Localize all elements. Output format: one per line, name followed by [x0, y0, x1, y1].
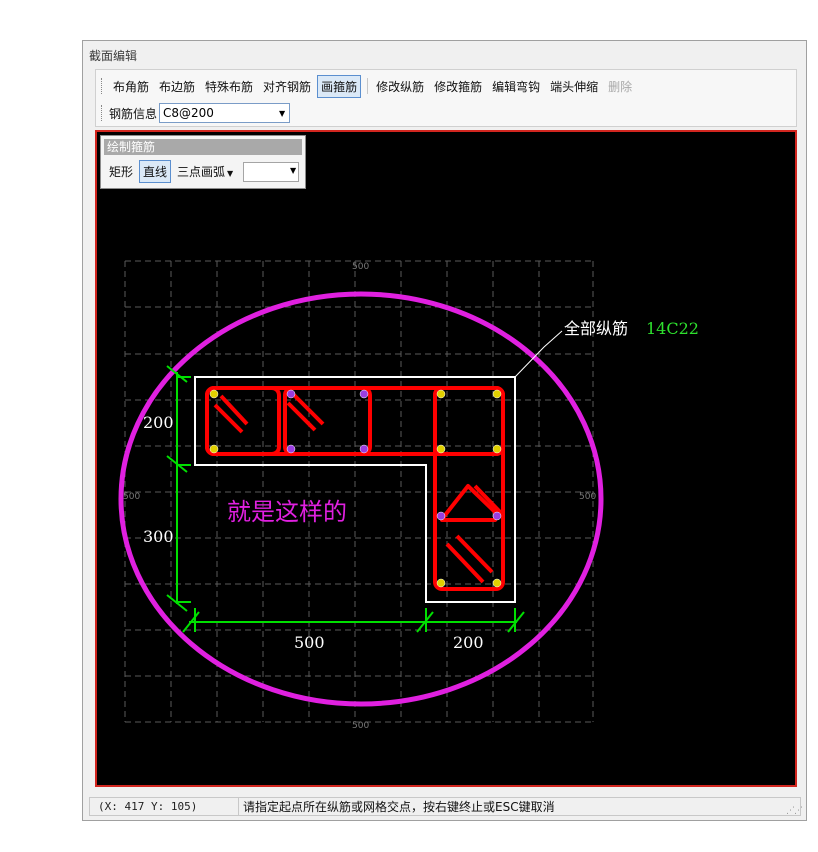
- rebar-dot[interactable]: [436, 511, 446, 521]
- draw-stirrup-panel: 绘制箍筋 矩形 直线 三点画弧 ▼ ▼: [100, 135, 306, 189]
- rebar-dot[interactable]: [359, 444, 369, 454]
- toolbar-row-edit: 布角筋 布边筋 特殊布筋 对齐钢筋 画箍筋 修改纵筋 修改箍筋 编辑弯钩 端头伸…: [96, 74, 638, 98]
- rebar-dot[interactable]: [492, 578, 502, 588]
- toolbar-grip[interactable]: [101, 105, 105, 121]
- grid-label-top: 500: [352, 262, 369, 272]
- end-extend-button[interactable]: 端头伸缩: [546, 75, 602, 98]
- special-rebar-button[interactable]: 特殊布筋: [201, 75, 257, 98]
- edge-rebar-button[interactable]: 布边筋: [155, 75, 199, 98]
- highlight-circle: [118, 291, 604, 707]
- corner-rebar-button[interactable]: 布角筋: [109, 75, 153, 98]
- dim-horizontal-left: 500: [294, 633, 325, 652]
- note-text: 就是这样的: [227, 498, 347, 526]
- rebar-dot[interactable]: [436, 444, 446, 454]
- rebar-dot[interactable]: [286, 444, 296, 454]
- modify-stirrup-button[interactable]: 修改箍筋: [430, 75, 486, 98]
- chevron-down-icon[interactable]: ▼: [290, 166, 296, 175]
- rebar-info-select[interactable]: C8@200 ▼: [159, 103, 291, 123]
- rebar-dot[interactable]: [492, 511, 502, 521]
- arc-option-select[interactable]: ▼: [243, 161, 300, 182]
- rebar-dot[interactable]: [436, 389, 446, 399]
- draw-stirrup-button[interactable]: 画箍筋: [317, 74, 362, 98]
- drawing-canvas[interactable]: 500 500 500 500 全部纵筋 14C22 200 300 500 2…: [95, 130, 797, 787]
- edit-hook-button[interactable]: 编辑弯钩: [488, 75, 544, 98]
- delete-button[interactable]: 删除: [604, 75, 636, 98]
- three-point-arc-button[interactable]: 三点画弧 ▼: [173, 160, 237, 183]
- rectangle-button[interactable]: 矩形: [105, 160, 137, 183]
- chevron-down-icon: ▼: [227, 169, 234, 178]
- section-edit-window: 截面编辑 布角筋 布边筋 特殊布筋 对齐钢筋 画箍筋 修改纵筋 修改箍筋 编辑弯…: [82, 40, 807, 821]
- grid-label-left: 500: [123, 492, 140, 502]
- stirrup-hooks: [213, 392, 504, 584]
- grid-label-right: 500: [579, 492, 596, 502]
- rebar-info-value: C8@200: [163, 106, 214, 120]
- toolbar-separator: [367, 78, 369, 94]
- toolbar-grip[interactable]: [101, 78, 105, 94]
- rebar-dot[interactable]: [286, 389, 296, 399]
- dim-horizontal-right: 200: [453, 633, 484, 652]
- status-message: 请指定起点所在纵筋或网格交点，按右键终止或ESC键取消: [239, 797, 801, 816]
- resize-grip-icon[interactable]: ⋰⋰: [786, 806, 803, 816]
- cursor-coordinates: (X: 417 Y: 105): [89, 797, 239, 816]
- grid-labels: 500 500 500 500: [123, 262, 596, 731]
- status-bar: (X: 417 Y: 105) 请指定起点所在纵筋或网格交点，按右键终止或ESC…: [89, 797, 801, 817]
- grid-label-bottom: 500: [352, 721, 369, 731]
- align-rebar-button[interactable]: 对齐钢筋: [259, 75, 315, 98]
- window-title: 截面编辑: [89, 49, 138, 63]
- stirrup-diamond: [440, 484, 497, 522]
- rebar-dot[interactable]: [492, 389, 502, 399]
- panel-tools: 矩形 直线 三点画弧 ▼ ▼: [105, 160, 300, 183]
- line-button[interactable]: 直线: [139, 160, 172, 183]
- rebar-dot[interactable]: [436, 578, 446, 588]
- modify-longitudinal-button[interactable]: 修改纵筋: [372, 75, 428, 98]
- dim-vertical-bottom: 300: [143, 527, 174, 546]
- rebar-dot[interactable]: [492, 444, 502, 454]
- toolbar: 布角筋 布边筋 特殊布筋 对齐钢筋 画箍筋 修改纵筋 修改箍筋 编辑弯钩 端头伸…: [95, 69, 797, 127]
- rebar-dot[interactable]: [209, 444, 219, 454]
- rebar-info-label: 钢筋信息: [109, 106, 158, 121]
- rebar-dot[interactable]: [359, 389, 369, 399]
- panel-title: 绘制箍筋: [104, 139, 302, 155]
- arc-label: 三点画弧: [177, 165, 226, 179]
- chevron-down-icon[interactable]: ▼: [275, 104, 289, 122]
- longitudinal-spec: 14C22: [646, 319, 699, 338]
- all-longitudinal-label: 全部纵筋: [564, 319, 628, 338]
- section-drawing[interactable]: 500 500 500 500 全部纵筋 14C22 200 300 500 2…: [97, 132, 795, 785]
- toolbar-row-rebar-info: 钢筋信息 C8@200 ▼: [96, 101, 291, 125]
- rebar-dot[interactable]: [209, 389, 219, 399]
- dim-vertical-top: 200: [143, 413, 174, 432]
